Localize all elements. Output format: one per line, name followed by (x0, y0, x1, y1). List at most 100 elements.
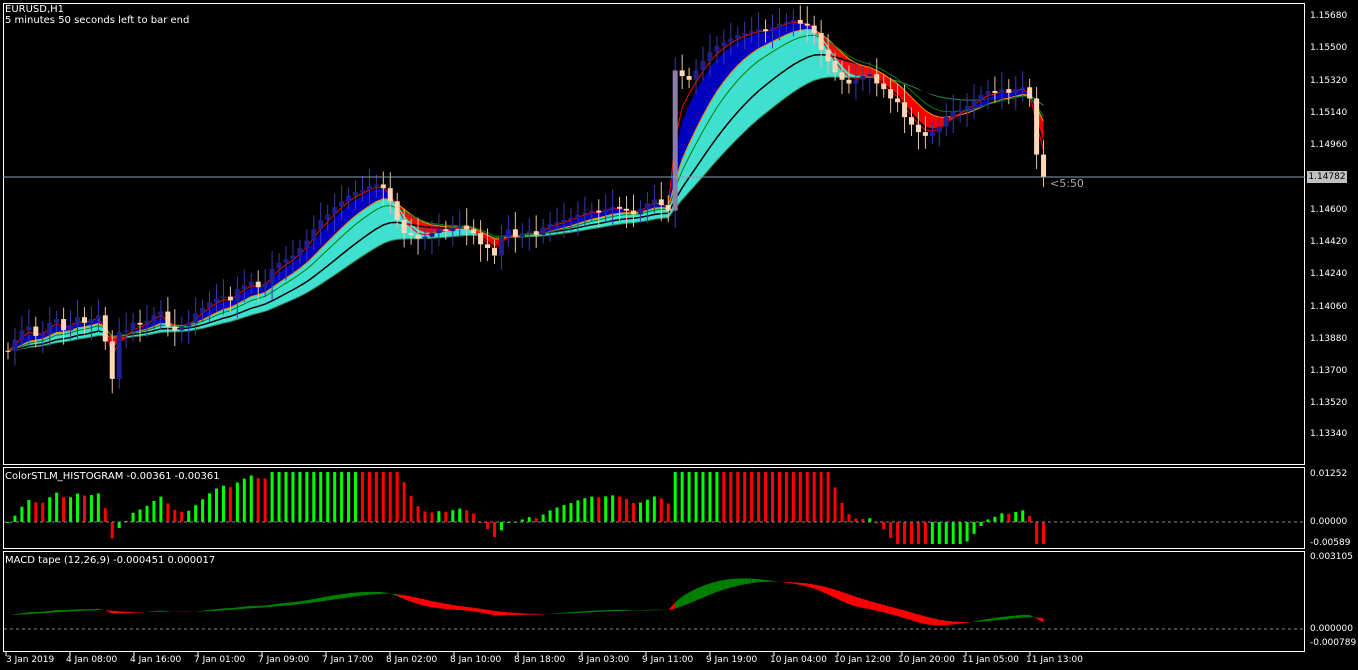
macd-tape-segment (508, 612, 516, 616)
candle-body (172, 326, 178, 331)
candle-body (992, 90, 998, 93)
histogram-bar (673, 472, 677, 522)
macd-tape-segment (967, 621, 975, 623)
macd-tape-segment (696, 585, 703, 601)
macd-tape-segment (904, 610, 912, 621)
price-tick: 1.15320 (1310, 76, 1348, 86)
histogram-bar (180, 511, 184, 522)
macd-tape-segment (564, 612, 571, 614)
macd-tape-segment (8, 614, 15, 615)
price-tick: 1.15140 (1310, 108, 1348, 118)
histogram-bar (166, 503, 170, 522)
candle-body (241, 285, 247, 290)
macd-tape-segment (35, 611, 43, 614)
macd-tape-segment (925, 616, 933, 626)
histogram-bar (20, 506, 24, 522)
candle-body (359, 190, 365, 192)
histogram-bar (784, 472, 788, 522)
hist-tick: 0.00000 (1310, 517, 1348, 527)
candle-body (686, 76, 692, 80)
macd-tape-segment (835, 589, 842, 602)
macd-tape-segment (126, 611, 134, 614)
macd-tape-segment (153, 610, 161, 612)
candle-body (603, 208, 609, 213)
macd-tape-segment (869, 601, 877, 611)
macd-tape-segment (49, 610, 57, 613)
histogram-bar (82, 495, 86, 522)
macd-tape-segment (202, 609, 210, 612)
candle-body (526, 231, 532, 234)
macd-tape-segment (800, 582, 808, 587)
histogram-bar (228, 487, 232, 522)
candle-body (978, 94, 984, 101)
candle-body (519, 233, 525, 237)
candle-body (971, 100, 977, 106)
histogram-bar (1007, 513, 1011, 522)
candle-body (116, 332, 122, 379)
histogram-bar (208, 493, 212, 522)
macd-tape-segment (209, 609, 217, 612)
time-label: 10 Jan 20:00 (898, 655, 955, 665)
candle-body (797, 19, 803, 24)
candle-body (596, 210, 602, 213)
macd-tape-segment (466, 606, 474, 612)
candle-body (637, 208, 643, 215)
histogram-bar (298, 472, 302, 522)
histogram-bar (423, 511, 427, 522)
candle-body (846, 79, 852, 84)
hist-tick: -0.00589 (1310, 538, 1351, 548)
chart-canvas[interactable] (0, 0, 1358, 670)
candle-body (234, 289, 240, 301)
histogram-bar (652, 496, 656, 522)
histogram-bar (659, 498, 663, 522)
macd-tick: -0.000789 (1310, 638, 1357, 648)
macd-tape-segment (848, 594, 856, 607)
macd-tape-segment (828, 587, 836, 598)
macd-tape-segment (473, 607, 481, 613)
macd-tape-segment (709, 581, 717, 595)
macd-tape-segment (890, 606, 898, 616)
macd-tape-segment (28, 611, 36, 615)
candle-body (624, 208, 630, 211)
histogram-bar (819, 472, 823, 522)
macd-tape-segment (758, 579, 766, 583)
macd-tape-segment (994, 616, 1002, 621)
candle-body (936, 126, 942, 133)
candle-body (19, 330, 25, 340)
candle-body (339, 201, 345, 207)
histogram-bar (48, 497, 52, 522)
candle-body (547, 223, 553, 228)
histogram-bar (256, 478, 260, 522)
histogram-bar (944, 522, 948, 544)
macd-tape-segment (147, 611, 154, 612)
macd-tape-segment (195, 610, 203, 612)
histogram-bar (972, 522, 976, 534)
candle-body (658, 199, 664, 206)
histogram-bar (221, 485, 225, 522)
candle-body (582, 212, 588, 215)
macd-tape-segment (703, 583, 710, 598)
histogram-bar (812, 472, 816, 522)
candle-body (533, 231, 539, 235)
macd-tape-segment (612, 609, 620, 612)
macd-tape-segment (953, 621, 961, 625)
macd-tape-segment (744, 578, 752, 585)
histogram-bar (145, 505, 149, 522)
macd-tape-segment (751, 578, 759, 584)
candle-body (151, 315, 157, 321)
macd-tape-segment (272, 603, 280, 607)
macd-tape-segment (1036, 617, 1044, 623)
macd-tape-segment (265, 604, 273, 608)
candle-body (130, 322, 136, 331)
candle-body (679, 70, 685, 77)
macd-tape-segment (112, 610, 120, 614)
histogram-bar (444, 511, 448, 522)
slow-ma-line (7, 53, 1045, 352)
candle-body (304, 240, 310, 249)
histogram-bar (910, 522, 913, 544)
candle-body (255, 281, 261, 288)
macd-tape-segment (876, 602, 884, 613)
current-price-badge: 1.14782 (1307, 171, 1347, 183)
macd-tape-segment (299, 600, 307, 605)
histogram-bar (242, 478, 246, 522)
